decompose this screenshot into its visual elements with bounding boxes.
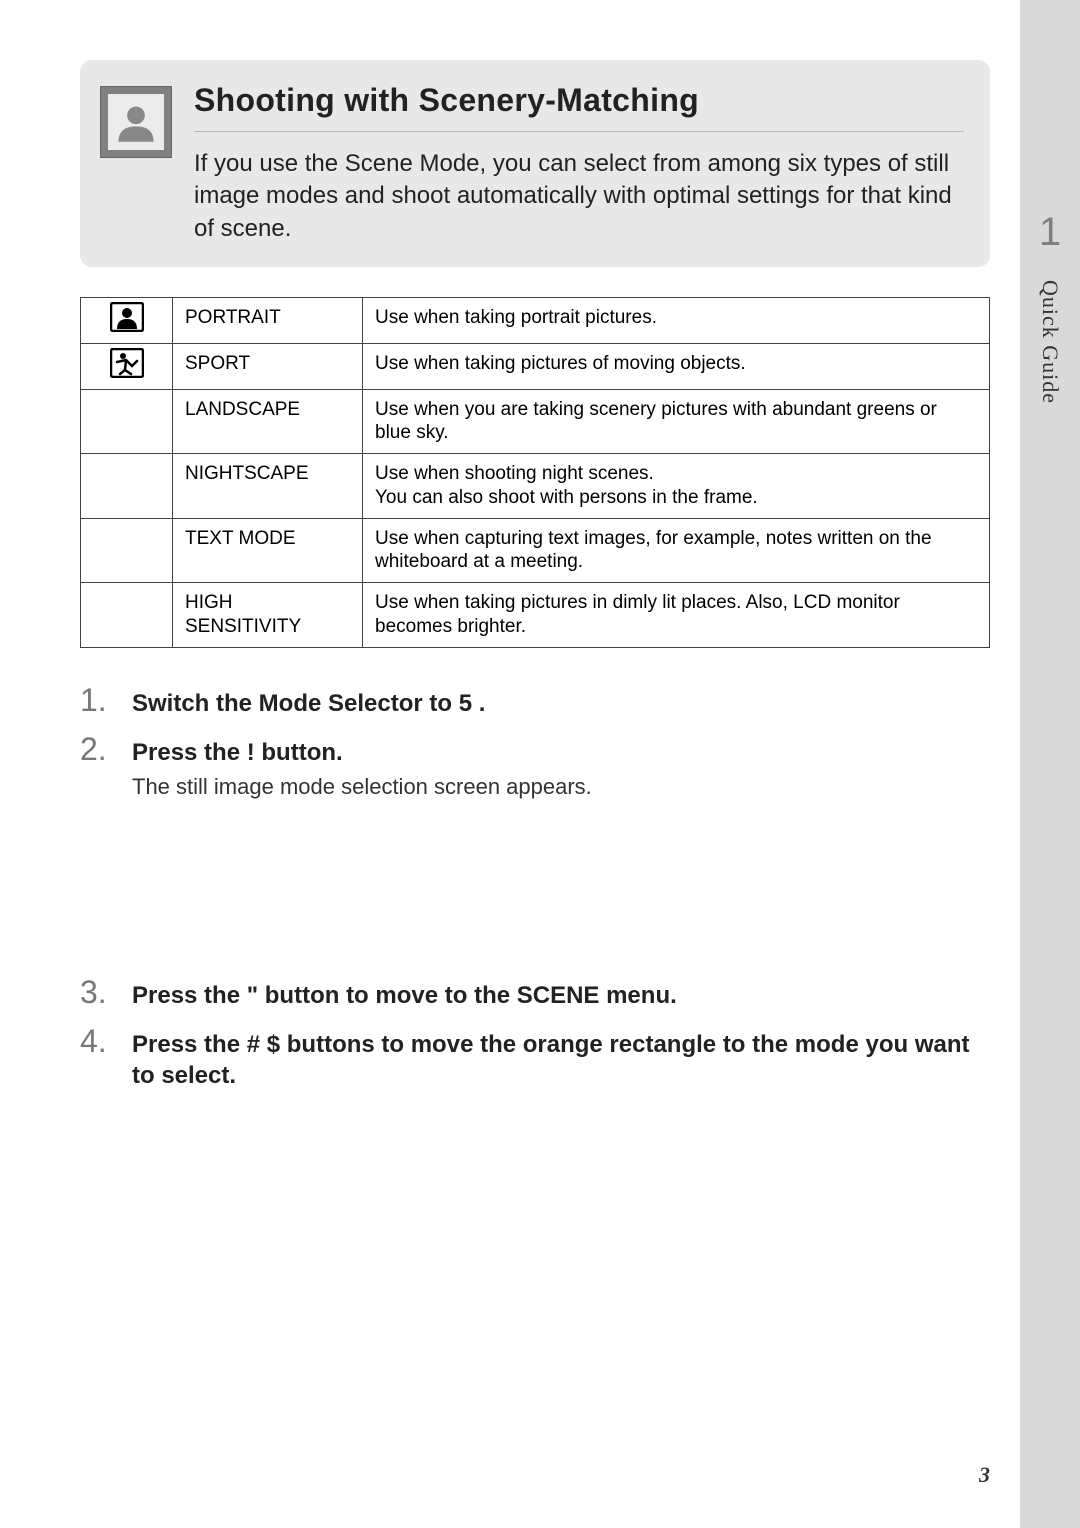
mode-desc: Use when capturing text images, for exam… [363,518,990,583]
mode-name: LANDSCAPE [173,389,363,454]
mode-desc: Use when taking pictures of moving objec… [363,343,990,389]
table-row: PORTRAIT Use when taking portrait pictur… [81,298,990,344]
portrait-icon [114,100,158,144]
icon-cell [81,583,173,648]
chapter-number: 1 [1020,210,1080,255]
page-intro: If you use the Scene Mode, you can selec… [194,148,964,245]
page-title: Shooting with Scenery-Matching [194,82,964,132]
mode-name: NIGHTSCAPE [173,454,363,519]
mode-name: SPORT [173,343,363,389]
spacer [80,820,990,980]
table-row: HIGH SENSITIVITY Use when taking picture… [81,583,990,648]
portrait-icon-inner [108,94,164,150]
icon-cell [81,454,173,519]
mode-name: PORTRAIT [173,298,363,344]
scene-mode-table: PORTRAIT Use when taking portrait pictur… [80,297,990,648]
mode-desc: Use when taking pictures in dimly lit pl… [363,583,990,648]
table-row: SPORT Use when taking pictures of moving… [81,343,990,389]
step-heading: Press the ! button. [132,737,990,768]
icon-cell [81,518,173,583]
portrait-mode-icon [110,302,144,339]
main-content: Shooting with Scenery-Matching If you us… [0,0,1020,1528]
step-2: Press the ! button. The still image mode… [80,737,990,802]
mode-desc: Use when you are taking scenery pictures… [363,389,990,454]
mode-desc: Use when shooting night scenes. You can … [363,454,990,519]
table-row: LANDSCAPE Use when you are taking scener… [81,389,990,454]
mode-desc: Use when taking portrait pictures. [363,298,990,344]
sport-mode-icon [110,348,144,385]
steps-list: Switch the Mode Selector to 5 . Press th… [80,688,990,1092]
table-row: TEXT MODE Use when capturing text images… [81,518,990,583]
chapter-label: Quick Guide [1037,280,1063,404]
mode-name: TEXT MODE [173,518,363,583]
header-block: Shooting with Scenery-Matching If you us… [80,60,990,267]
table-row: NIGHTSCAPE Use when shooting night scene… [81,454,990,519]
icon-cell [81,298,173,344]
icon-cell [81,389,173,454]
step-heading: Press the " button to move to the SCENE … [132,980,990,1011]
step-heading: Switch the Mode Selector to 5 . [132,688,990,719]
sidebar-tab: 1 Quick Guide [1020,0,1080,1528]
page-number: 3 [979,1462,990,1488]
icon-cell [81,343,173,389]
portrait-header-icon [100,86,172,158]
header-text: Shooting with Scenery-Matching If you us… [194,82,964,245]
step-1: Switch the Mode Selector to 5 . [80,688,990,719]
step-3: Press the " button to move to the SCENE … [80,980,990,1011]
step-heading: Press the # $ buttons to move the orange… [132,1029,990,1091]
step-4: Press the # $ buttons to move the orange… [80,1029,990,1091]
step-body: The still image mode selection screen ap… [132,772,990,802]
mode-name: HIGH SENSITIVITY [173,583,363,648]
page: Shooting with Scenery-Matching If you us… [0,0,1080,1528]
